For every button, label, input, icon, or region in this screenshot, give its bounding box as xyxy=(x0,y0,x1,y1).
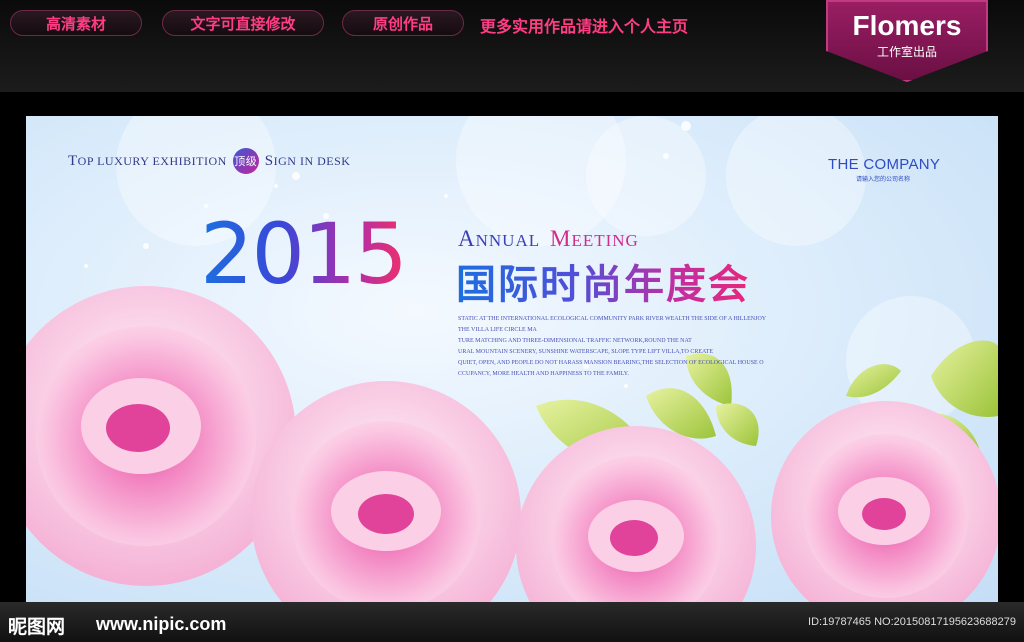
event-year: 2015 xyxy=(200,205,408,303)
image-id: ID:19787465 NO:20150817195623688279 xyxy=(808,616,1016,628)
event-title: 国际时尚年度会 xyxy=(456,252,750,310)
event-description: STATIC AT THE INTERNATIONAL ECOLOGICAL C… xyxy=(458,316,767,377)
annual-meeting-heading: ANNUAL MEETING xyxy=(458,226,639,251)
logo-subtitle: 工作室出品 xyxy=(876,45,937,59)
logo-name: Flomers xyxy=(852,10,962,41)
original-work-button[interactable]: 原创作品 xyxy=(342,10,464,36)
event-banner: T OP LUXURY EXHIBITION 顶级 S IGN IN DESK … xyxy=(26,116,998,602)
luxury-tagline: T OP LUXURY EXHIBITION 顶级 S IGN IN DESK xyxy=(68,148,350,174)
watermark-strip: 昵图网 www.nipic.com ID:19787465 NO:2015081… xyxy=(0,602,1024,642)
company-name-placeholder: 请输入您的公司名称 xyxy=(856,176,911,183)
site-name: 昵图网 xyxy=(8,616,66,638)
hd-material-button[interactable]: 高清素材 xyxy=(10,10,142,36)
top-grade-badge: 顶级 xyxy=(232,148,259,174)
homepage-link[interactable]: 更多实用作品请进入个人主页 xyxy=(480,13,688,37)
company-name: THE COMPANY xyxy=(828,156,941,173)
studio-logo[interactable]: Flomers 工作室出品 xyxy=(826,0,988,82)
top-bar: 高清素材 文字可直接修改 原创作品 更多实用作品请进入个人主页 Flomers … xyxy=(0,0,1024,92)
site-url[interactable]: www.nipic.com xyxy=(96,614,226,635)
editable-text-button[interactable]: 文字可直接修改 xyxy=(162,10,324,36)
